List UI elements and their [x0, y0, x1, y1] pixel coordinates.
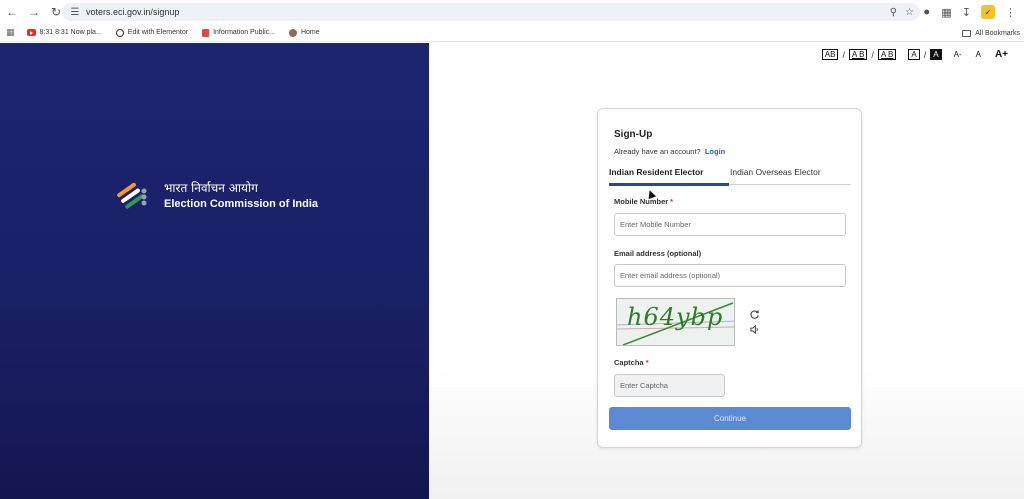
text-spacing-button[interactable]: AB [821, 49, 839, 60]
accessibility-controls: AB / A B / A B A / A A- A A+ [821, 49, 1008, 60]
mobile-label: Mobile Number * [614, 197, 674, 206]
active-tab-indicator [609, 183, 729, 186]
captcha-label: Captcha * [614, 358, 649, 367]
brand-name-english: Election Commission of India [164, 198, 319, 210]
high-contrast-button[interactable]: A [930, 49, 942, 60]
site-settings-icon[interactable]: ☰ [66, 3, 84, 21]
captcha-input[interactable] [614, 374, 725, 397]
email-label: Email address (optional) [614, 249, 702, 258]
tab-overseas-elector[interactable]: Indian Overseas Elector [730, 167, 821, 177]
font-decrease-button[interactable]: A- [954, 50, 962, 59]
brand-panel [0, 43, 429, 499]
normal-contrast-button[interactable]: A [908, 49, 920, 60]
bookmark-item[interactable]: Home [288, 28, 320, 37]
login-prompt: Already have an account? Login [614, 147, 726, 156]
email-input[interactable] [614, 264, 846, 287]
captcha-image: h64ybp [616, 298, 735, 346]
extensions-icon[interactable]: ▦ [941, 6, 951, 19]
wordpress-icon [115, 28, 124, 37]
folder-icon [962, 29, 972, 37]
eci-logo-icon [117, 182, 147, 209]
site-favicon-icon [288, 28, 297, 37]
apps-grid-icon[interactable]: ▦ [6, 27, 15, 38]
bookmark-item[interactable]: Information Public... [202, 28, 275, 37]
all-bookmarks-button[interactable]: All Bookmarks [962, 24, 1020, 42]
signup-title: Sign-Up [614, 129, 653, 140]
bookmark-star-icon[interactable]: ☆ [905, 7, 914, 18]
font-normal-button[interactable]: A [976, 50, 981, 59]
zoom-icon[interactable]: ⚲ [890, 7, 897, 18]
url-text[interactable]: voters.eci.gov.in/signup [86, 7, 179, 17]
bookmark-item[interactable]: Edit with Elementor [115, 28, 188, 37]
continue-button[interactable]: Continue [609, 407, 851, 430]
extension-badge-icon[interactable]: ✓ [981, 5, 995, 19]
text-spacing-medium-button[interactable]: A B [848, 49, 868, 60]
bookmarks-bar: ▦ 8:31 8:31 Now pla... Edit with Element… [0, 24, 1024, 42]
more-menu-icon[interactable]: ⋮ [1005, 6, 1016, 19]
refresh-captcha-icon[interactable] [749, 309, 760, 320]
font-increase-button[interactable]: A+ [995, 49, 1008, 60]
brand-name-hindi: भारत निर्वाचन आयोग [164, 181, 258, 195]
back-arrow-icon[interactable]: ← [2, 2, 22, 22]
mobile-input[interactable] [614, 213, 846, 236]
youtube-icon [26, 29, 36, 36]
bookmark-item[interactable]: 8:31 8:31 Now pla... [26, 29, 102, 36]
login-link[interactable]: Login [705, 147, 725, 156]
download-icon[interactable]: ↧ [962, 6, 971, 19]
browser-toolbar: ← → ↻ ☰ voters.eci.gov.in/signup ⚲ ☆ ⚫ ▦… [0, 0, 1024, 24]
tab-resident-elector[interactable]: Indian Resident Elector [609, 167, 703, 177]
elector-tabs: Indian Resident Elector Indian Overseas … [609, 165, 851, 186]
forward-arrow-icon[interactable]: → [24, 2, 44, 22]
text-spacing-large-button[interactable]: A B [877, 49, 897, 60]
audio-captcha-icon[interactable] [749, 324, 760, 335]
captcha-text: h64ybp [627, 303, 724, 331]
microphone-icon[interactable]: ⚫ [922, 6, 931, 19]
document-icon [202, 28, 210, 37]
signup-card: Sign-Up Already have an account? Login I… [597, 108, 862, 448]
address-bar[interactable]: ☰ voters.eci.gov.in/signup ⚲ ☆ [62, 3, 920, 21]
